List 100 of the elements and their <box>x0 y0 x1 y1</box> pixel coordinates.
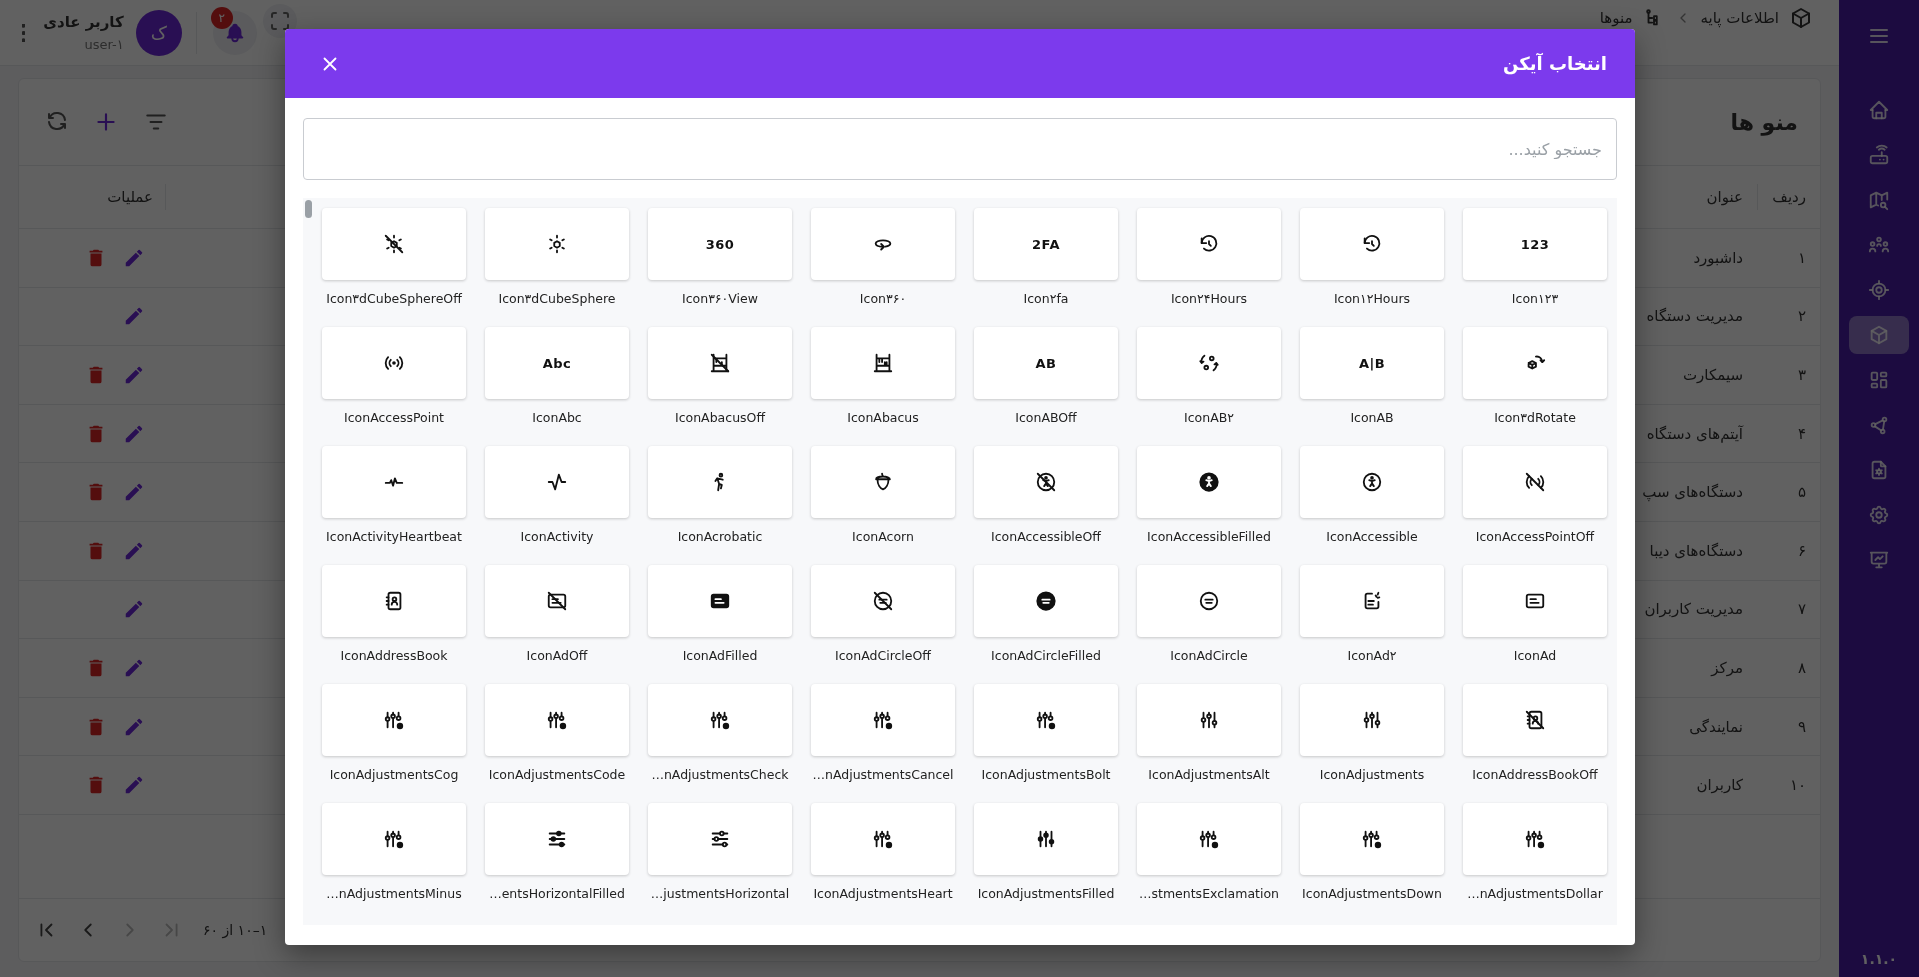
dashboard-icon <box>1868 369 1890 391</box>
table-cell: دستگاه‌های دیبا <box>1649 541 1743 560</box>
sliders-icon <box>1198 709 1220 731</box>
icon-option[interactable]: 2FA <box>974 208 1118 280</box>
icon-name: IconAdjustmentsHeart <box>813 885 953 902</box>
icon-name: IconAddressBookOff <box>1472 766 1598 783</box>
icon-option[interactable] <box>648 565 792 637</box>
column-header: ردیف <box>1772 188 1806 206</box>
icon-glyph: Abc <box>542 355 572 371</box>
icon-option[interactable]: A|B <box>1300 327 1444 399</box>
sliders-badge-icon <box>546 709 568 731</box>
icon-name: IconAdjustmentsCog <box>329 766 459 783</box>
icon-option[interactable]: Abc <box>485 327 629 399</box>
table-cell: سیمکارت <box>1683 366 1743 384</box>
icon-name: …justmentsHorizontal <box>650 885 790 902</box>
icon-name: IconAccessPointOff <box>1475 528 1595 545</box>
scrollbar-thumb[interactable] <box>305 200 312 218</box>
icon-name: IconAbc <box>532 409 582 426</box>
accessibility-off-icon <box>1035 471 1057 493</box>
icon-option[interactable]: AB <box>974 327 1118 399</box>
house-icon <box>1868 99 1890 121</box>
table-cell: کاربران <box>1696 776 1743 795</box>
table-cell: ۸ <box>1797 658 1806 677</box>
table-cell: مدیریت کاربران <box>1644 600 1743 619</box>
icon-name: IconAdCircle <box>1170 647 1248 664</box>
rectangle-off-icon <box>546 590 568 612</box>
sliders-badge-icon <box>872 828 894 850</box>
column-header: عنوان <box>1706 188 1743 206</box>
pencil-icon <box>123 364 145 386</box>
map-search-icon <box>1868 189 1890 211</box>
icon-name: Icon۱۲۳ <box>1511 290 1559 307</box>
icon-name: IconAdOff <box>526 647 588 664</box>
table-cell: مرکز <box>1711 658 1743 677</box>
circle-off-icon <box>872 590 894 612</box>
search-field[interactable]: جستجو کنید... <box>303 118 1617 180</box>
icon-glyph: 360 <box>705 236 735 252</box>
icon-name: IconActivity <box>520 528 594 545</box>
target-icon <box>1868 279 1890 301</box>
icon-name: IconActivityHeartbeat <box>326 528 462 545</box>
icon-name: IconAcrobatic <box>677 528 763 545</box>
table-cell: داشبورد <box>1693 248 1743 267</box>
icon-name: Icon۳۶۰ <box>859 290 907 307</box>
table-cell: ۲ <box>1797 307 1806 326</box>
icon-name: IconAdFilled <box>682 647 758 664</box>
circle-filled-icon <box>1035 590 1057 612</box>
icon-option[interactable] <box>974 565 1118 637</box>
icon-name: Icon۳dCubeSphereOff <box>326 290 462 307</box>
icon-name: …nAdjustmentsCheck <box>651 766 789 783</box>
accessibility-icon <box>1361 471 1383 493</box>
access-point-off-icon <box>1524 471 1546 493</box>
settings-icon <box>1868 504 1890 526</box>
pagination-range: ۱–۱۰ از ۶۰ <box>203 922 268 938</box>
icon-name: IconAddressBook <box>340 647 448 664</box>
page-title: منو ها <box>1730 109 1798 135</box>
table-cell: ۹ <box>1797 717 1806 736</box>
icon-option[interactable] <box>1137 446 1281 518</box>
icon-name: IconAbacus <box>847 409 919 426</box>
icon-name: Icon۳۶۰View <box>682 290 758 307</box>
sliders-badge-icon <box>872 709 894 731</box>
more-button[interactable] <box>22 23 26 42</box>
icon-glyph: AB <box>1035 355 1057 371</box>
icon-glyph: 2FA <box>1032 236 1060 252</box>
dialog-title: انتخاب آیکن <box>1503 53 1607 74</box>
icon-name: …nAdjustmentsCancel <box>812 766 954 783</box>
fullscreen-button[interactable] <box>262 4 297 38</box>
icon-name: IconAdjustments <box>1319 766 1425 783</box>
icon-name: IconAccessibleOff <box>991 528 1101 545</box>
version-label: ۱.۱.۰ <box>1860 951 1898 967</box>
icon-glyph: 123 <box>1520 236 1550 252</box>
maximize-icon <box>270 12 289 30</box>
icon-name: IconAccessPoint <box>344 409 444 426</box>
table-cell: ۱۰ <box>1789 776 1806 795</box>
icon-name: IconAB۲ <box>1184 409 1234 426</box>
horizontal-sliders-icon <box>709 828 731 850</box>
icon-name: IconAdjustmentsCode <box>488 766 626 783</box>
icon-name: …entsHorizontalFilled <box>489 885 625 902</box>
icon-option[interactable]: 123 <box>1463 208 1607 280</box>
table-cell: ۷ <box>1797 600 1806 619</box>
router-icon <box>1868 144 1890 166</box>
icon-glyph: A|B <box>1358 355 1386 371</box>
refresh-icon <box>45 109 69 133</box>
sliders-filled-icon <box>1035 828 1057 850</box>
sliders-badge-icon <box>1524 828 1546 850</box>
circular-arrows-icon <box>1198 352 1220 374</box>
acorn-icon <box>872 471 894 493</box>
icon-name: IconAd <box>1513 647 1557 664</box>
table-cell: ۵ <box>1797 483 1806 502</box>
icon-name: IconAdjustmentsDown <box>1302 885 1442 902</box>
icon-name: Icon۲fa <box>1023 290 1069 307</box>
abacus-off-icon <box>709 352 731 374</box>
icon-name: IconAccessible <box>1326 528 1418 545</box>
icon-name: Icon۲۴Hours <box>1170 290 1248 307</box>
icon-name: IconAdjustmentsBolt <box>981 766 1111 783</box>
icon-name: …nAdjustmentsDollar <box>1467 885 1603 902</box>
icon-name: …nAdjustmentsMinus <box>326 885 462 902</box>
avatar: ک <box>135 9 182 56</box>
table-cell: ۶ <box>1797 541 1806 560</box>
cube-icon <box>1868 324 1890 346</box>
icon-option[interactable]: 360 <box>648 208 792 280</box>
icon-name: IconAccessibleFilled <box>1147 528 1271 545</box>
